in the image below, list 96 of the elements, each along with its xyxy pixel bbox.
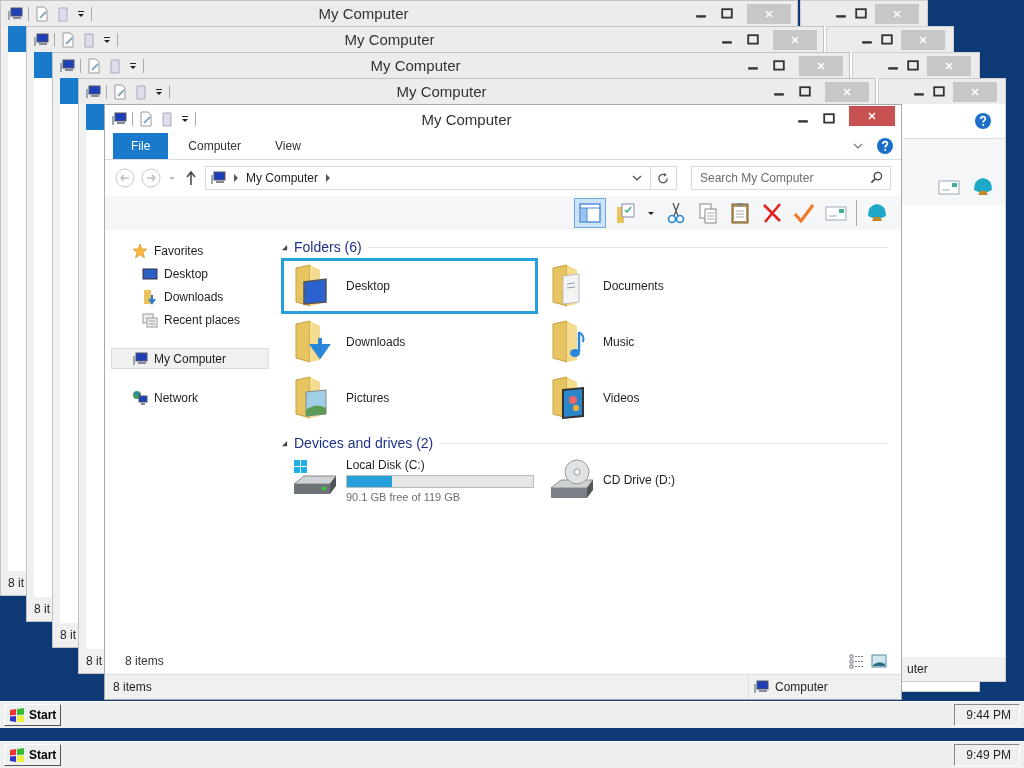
item-count: 8 items: [125, 654, 164, 668]
section-heading[interactable]: Devices and drives (2): [294, 435, 434, 451]
nav-item[interactable]: Desktop: [111, 263, 269, 284]
status-text: 8 it: [60, 628, 76, 642]
window-title: My Computer: [317, 5, 410, 22]
refresh-icon: [657, 171, 670, 185]
computer-icon[interactable]: [7, 5, 23, 22]
preview-pane-button[interactable]: [574, 198, 606, 228]
close-icon: [892, 8, 902, 19]
drive-tile[interactable]: CD Drive (D:): [538, 454, 795, 506]
maximize-icon[interactable]: [907, 59, 919, 72]
close-icon: [816, 60, 826, 71]
nav-item[interactable]: Network: [111, 387, 269, 408]
computer-icon[interactable]: [59, 57, 75, 74]
chevron-icon[interactable]: [632, 173, 642, 183]
up-arrow-icon[interactable]: [185, 170, 197, 186]
windows-flag-icon: [9, 747, 25, 763]
nav-item[interactable]: Downloads: [111, 286, 269, 307]
close-icon: [918, 34, 928, 45]
nav-item[interactable]: Recent places: [111, 309, 269, 330]
maximize-icon[interactable]: [933, 85, 945, 98]
star-icon: [132, 242, 148, 259]
maximize-icon[interactable]: [881, 33, 893, 46]
folder-tile[interactable]: Documents: [538, 258, 795, 314]
drive-tile[interactable]: Local Disk (C:) 90.1 GB free of 119 GB: [281, 454, 538, 506]
maximize-icon[interactable]: [773, 59, 785, 72]
status-text: 8 it: [8, 576, 24, 590]
folder-tile[interactable]: Videos: [538, 370, 795, 426]
details-view-icon[interactable]: [849, 653, 865, 669]
start-button[interactable]: Start: [4, 744, 62, 766]
computer-icon[interactable]: [33, 31, 49, 48]
folder-tile[interactable]: Downloads: [281, 314, 538, 370]
delete-icon[interactable]: [760, 201, 784, 225]
close-icon: [970, 86, 980, 97]
help-icon[interactable]: [877, 138, 893, 154]
status-text: 8 items: [113, 680, 152, 694]
start-button[interactable]: Start: [4, 704, 62, 726]
clipboard-icon[interactable]: [728, 201, 752, 225]
folder-tile[interactable]: Desktop: [281, 258, 538, 314]
search-field[interactable]: Search My Computer: [691, 166, 891, 190]
ribbon-tab[interactable]: View: [261, 133, 315, 159]
close-icon: [764, 8, 774, 19]
section-heading[interactable]: Folders (6): [294, 239, 362, 255]
window-title: My Computer: [420, 110, 513, 128]
chevron-icon[interactable]: [853, 141, 863, 151]
folder-tile[interactable]: Music: [538, 314, 795, 370]
status-text: 8 it: [34, 602, 50, 616]
computer-icon: [753, 679, 769, 695]
network-icon: [132, 389, 148, 406]
dropdown-icon[interactable]: [154, 86, 164, 97]
clock: 9:49 PM: [954, 744, 1020, 766]
close-icon: [944, 60, 954, 71]
free-space-text: 90.1 GB free of 119 GB: [346, 490, 462, 503]
computer-icon[interactable]: [111, 111, 127, 127]
collapse-icon[interactable]: [281, 439, 288, 447]
maximize-icon[interactable]: [721, 7, 733, 20]
ribbon-tab[interactable]: Computer: [174, 133, 256, 159]
status-location: Computer: [775, 680, 828, 694]
address-bar[interactable]: My Computer: [205, 166, 651, 190]
status-text: uter: [907, 662, 928, 676]
folder-tile[interactable]: Pictures: [281, 370, 538, 426]
recent-places-icon: [142, 311, 158, 328]
breadcrumb[interactable]: My Computer: [246, 171, 319, 185]
folder-download-icon: [142, 288, 158, 305]
dropdown-icon[interactable]: [180, 114, 190, 124]
checkmark-icon[interactable]: [792, 201, 816, 225]
window-title: My Computer: [395, 83, 488, 100]
windows-flag-icon: [9, 707, 25, 723]
maximize-icon[interactable]: [799, 85, 811, 98]
dropdown-icon[interactable]: [102, 34, 112, 45]
large-icons-view-icon[interactable]: [871, 653, 887, 669]
dropdown-icon[interactable]: [76, 8, 86, 19]
clock: 9:44 PM: [954, 704, 1020, 726]
maximize-icon[interactable]: [747, 33, 759, 46]
search-icon[interactable]: [870, 171, 883, 184]
breadcrumb-arrow-icon[interactable]: [325, 174, 332, 182]
nav-item[interactable]: My Computer: [111, 348, 269, 369]
close-icon: [842, 86, 852, 97]
breadcrumb-arrow-icon[interactable]: [233, 174, 239, 182]
refresh-button[interactable]: [651, 166, 677, 190]
close-icon: [790, 34, 800, 45]
maximize-icon[interactable]: [855, 7, 867, 20]
nav-item[interactable]: Favorites: [111, 240, 269, 261]
window-title: My Computer: [369, 57, 462, 74]
window-title: My Computer: [343, 31, 436, 48]
status-text: 8 it: [86, 654, 102, 668]
ribbon-tab[interactable]: File: [113, 133, 169, 159]
computer-icon: [132, 350, 148, 367]
collapse-icon[interactable]: [281, 243, 288, 251]
help-icon[interactable]: [975, 113, 991, 129]
computer-icon[interactable]: [85, 83, 101, 100]
dropdown-icon[interactable]: [128, 60, 138, 71]
maximize-icon[interactable]: [823, 113, 835, 125]
close-icon: [867, 111, 877, 121]
monitor-icon: [142, 265, 158, 282]
computer-icon: [210, 170, 226, 186]
